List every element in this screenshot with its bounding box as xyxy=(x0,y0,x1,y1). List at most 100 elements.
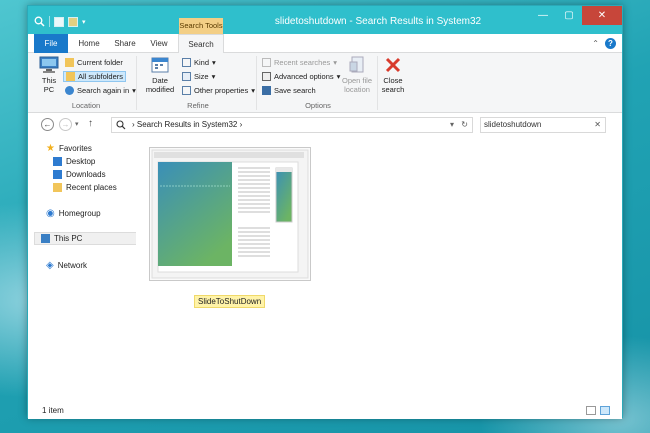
search-input[interactable]: slidetoshutdown ✕ xyxy=(480,117,606,133)
group-separator xyxy=(377,56,378,110)
current-folder-button[interactable]: Current folder xyxy=(65,58,123,67)
nav-recent-places[interactable]: Recent places xyxy=(53,181,117,194)
save-search-label: Save search xyxy=(274,86,316,95)
ribbon-right-controls: ⌃ ? xyxy=(592,38,616,49)
advanced-options-label: Advanced options xyxy=(274,72,334,81)
explorer-window: ▾ Search Tools slidetoshutdown - Search … xyxy=(27,5,623,419)
refresh-icon[interactable]: ↻ xyxy=(461,118,468,132)
search-again-icon xyxy=(65,86,74,95)
advanced-options-button[interactable]: Advanced options ▾ xyxy=(262,72,340,81)
forward-button[interactable]: → xyxy=(59,118,72,131)
recent-locations-chevron-icon[interactable]: ▾ xyxy=(75,120,79,128)
breadcrumb[interactable]: › Search Results in System32 › xyxy=(132,118,242,132)
star-icon: ★ xyxy=(46,143,55,154)
nav-favorites[interactable]: ★ Favorites xyxy=(46,142,92,155)
desktop-icon xyxy=(53,157,62,166)
address-dropdown-icon[interactable]: ▾ xyxy=(450,118,454,132)
computer-icon xyxy=(39,56,59,73)
group-separator xyxy=(136,56,137,110)
nav-homegroup[interactable]: ◉ Homegroup xyxy=(46,207,101,220)
search-again-in-button[interactable]: Search again in ▾ xyxy=(65,86,136,95)
address-bar[interactable]: › Search Results in System32 › ▾ ↻ xyxy=(111,117,473,133)
minimize-ribbon-chevron-icon[interactable]: ⌃ xyxy=(592,39,599,48)
other-properties-label: Other properties xyxy=(194,86,249,95)
date-modified-button[interactable]: Date modified xyxy=(141,56,179,94)
location-group-label: Location xyxy=(71,101,101,110)
open-file-location-label: Open file location xyxy=(341,76,373,94)
open-file-location-icon xyxy=(349,56,364,73)
breadcrumb-item[interactable]: Search Results in System32 xyxy=(137,120,238,129)
title-bar: ▾ Search Tools slidetoshutdown - Search … xyxy=(28,6,622,34)
all-subfolders-button[interactable]: All subfolders xyxy=(63,71,127,82)
nav-favorites-label: Favorites xyxy=(58,144,92,153)
slide-to-shutdown-preview-image xyxy=(151,149,309,279)
close-search-label: Close search xyxy=(381,76,405,94)
tab-file[interactable]: File xyxy=(34,34,68,53)
nav-network[interactable]: ◈ Network xyxy=(46,259,87,272)
dropdown-arrow-icon: ▾ xyxy=(251,86,255,95)
back-button[interactable]: ← xyxy=(41,118,54,131)
tab-search[interactable]: Search xyxy=(178,34,224,54)
item-count: 1 item xyxy=(42,406,64,415)
this-pc-label: This PC xyxy=(41,76,57,94)
file-thumbnail[interactable] xyxy=(149,147,311,281)
group-separator xyxy=(256,56,257,110)
tab-home[interactable]: Home xyxy=(72,34,106,53)
properties-icon[interactable] xyxy=(54,16,64,27)
dropdown-arrow-icon: ▾ xyxy=(212,58,216,67)
nav-this-pc-label: This PC xyxy=(54,234,83,243)
search-icon[interactable] xyxy=(34,16,45,27)
open-file-location-button[interactable]: Open file location xyxy=(339,56,375,94)
search-results-icon xyxy=(116,120,126,130)
close-button[interactable]: ✕ xyxy=(582,6,622,25)
search-input-value: slidetoshutdown xyxy=(484,120,542,129)
search-again-in-label: Search again in xyxy=(77,86,130,95)
nav-desktop-label: Desktop xyxy=(66,157,96,166)
network-icon: ◈ xyxy=(46,260,54,271)
recent-searches-label: Recent searches xyxy=(274,58,331,67)
save-search-button[interactable]: Save search xyxy=(262,86,316,95)
file-name-label[interactable]: SlideToShutDown xyxy=(194,295,266,308)
save-icon xyxy=(262,86,271,95)
large-icons-view-icon[interactable] xyxy=(600,406,610,415)
window-controls: — ▢ ✕ xyxy=(530,6,622,25)
this-pc-scope-button[interactable]: This PC xyxy=(36,56,62,94)
window-title: slidetoshutdown - Search Results in Syst… xyxy=(274,16,482,27)
nav-recent-places-label: Recent places xyxy=(66,183,117,192)
nav-this-pc[interactable]: This PC xyxy=(34,232,138,245)
recent-searches-icon xyxy=(262,58,271,67)
properties-list-icon xyxy=(182,86,191,95)
qat-dropdown-icon[interactable]: ▾ xyxy=(82,18,86,26)
computer-icon xyxy=(41,234,50,243)
nav-desktop[interactable]: Desktop xyxy=(53,155,95,168)
date-modified-label: Date modified xyxy=(145,76,175,94)
qat-separator xyxy=(49,16,50,27)
details-view-icon[interactable] xyxy=(586,406,596,415)
address-row: ← → ▾ ↑ › Search Results in System32 › ▾… xyxy=(28,113,622,137)
dropdown-arrow-icon: ▾ xyxy=(333,58,338,67)
tab-view[interactable]: View xyxy=(143,34,175,53)
close-search-button[interactable]: Close search xyxy=(379,56,407,94)
downloads-icon xyxy=(53,170,62,179)
help-icon[interactable]: ? xyxy=(605,38,616,49)
file-list: SlideToShutDown xyxy=(136,137,622,402)
all-subfolders-label: All subfolders xyxy=(78,72,124,81)
recent-searches-button[interactable]: Recent searches ▾ xyxy=(262,58,337,67)
tab-share[interactable]: Share xyxy=(108,34,142,53)
calendar-icon xyxy=(151,57,169,73)
kind-button[interactable]: Kind ▾ xyxy=(182,58,216,67)
maximize-button[interactable]: ▢ xyxy=(556,6,582,25)
other-properties-button[interactable]: Other properties ▾ xyxy=(182,86,255,95)
clear-search-icon[interactable]: ✕ xyxy=(594,118,601,132)
nav-network-label: Network xyxy=(57,261,88,270)
advanced-options-icon xyxy=(262,72,271,81)
dropdown-arrow-icon: ▾ xyxy=(211,72,216,81)
new-folder-icon[interactable] xyxy=(68,16,78,27)
close-search-x-icon xyxy=(385,57,401,73)
up-button[interactable]: ↑ xyxy=(88,118,93,129)
minimize-button[interactable]: — xyxy=(530,6,556,25)
nav-downloads[interactable]: Downloads xyxy=(53,168,106,181)
subfolders-icon xyxy=(66,72,75,81)
nav-downloads-label: Downloads xyxy=(66,170,106,179)
size-button[interactable]: Size ▾ xyxy=(182,72,215,81)
